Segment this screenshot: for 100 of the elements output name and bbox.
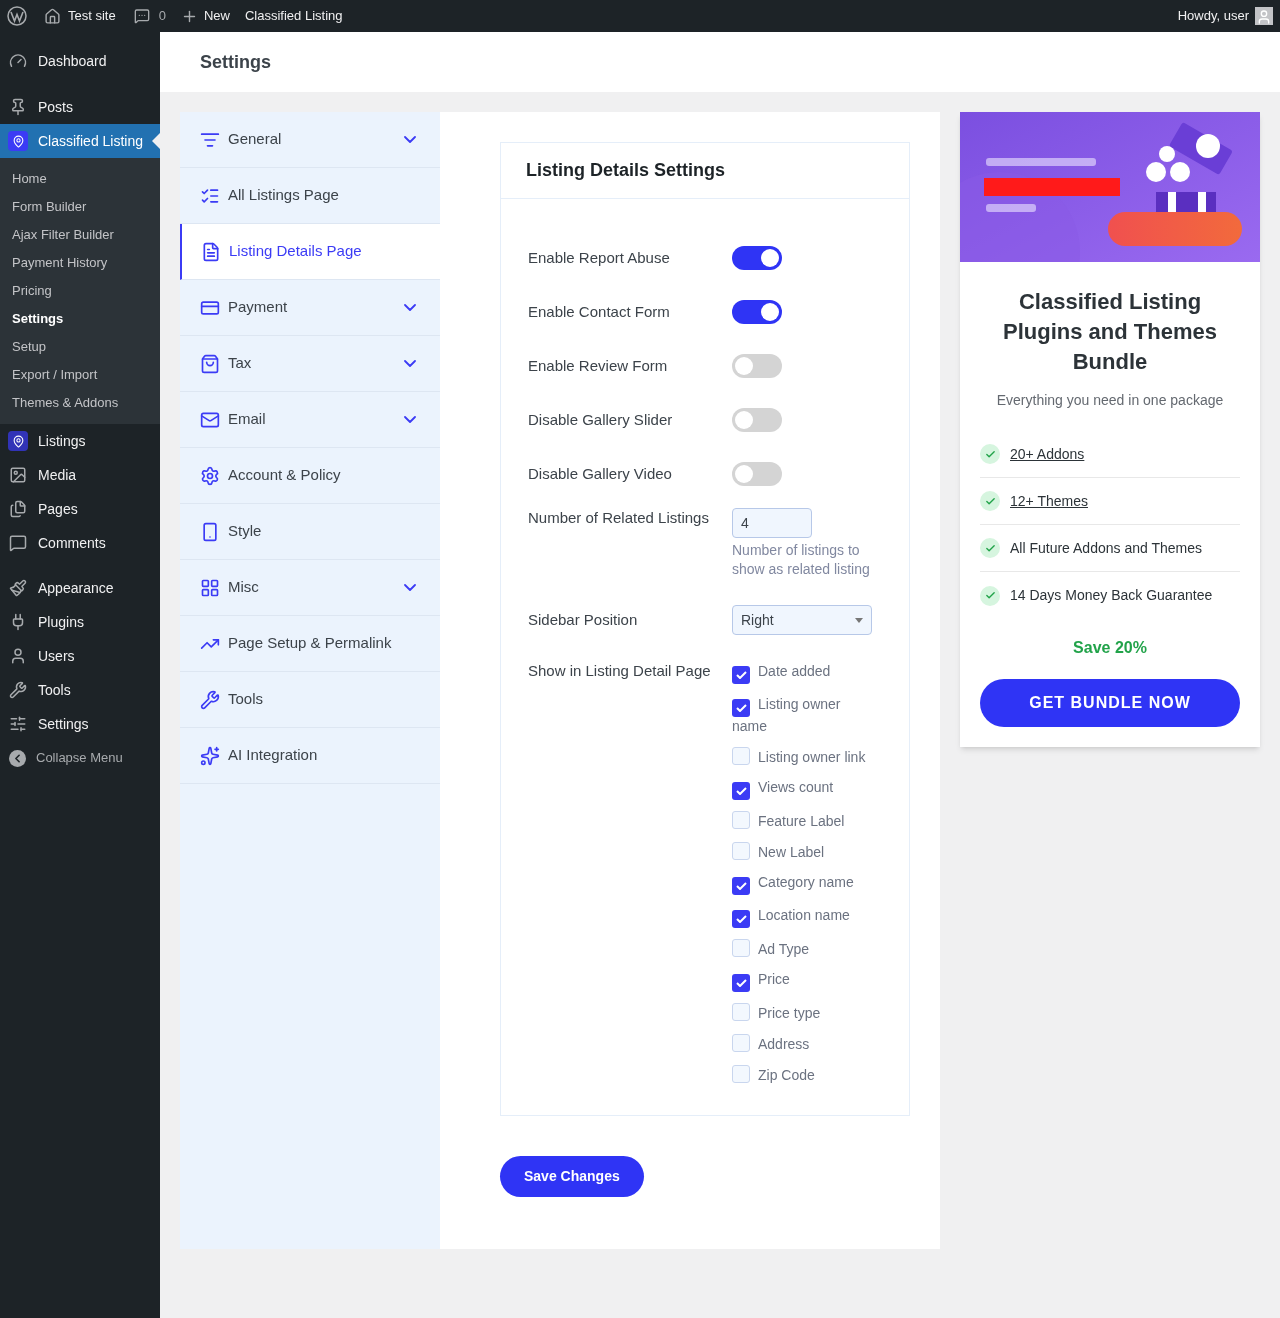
comment-icon [133,8,150,24]
paintbrush-icon [9,579,27,597]
checkbox[interactable] [732,747,750,765]
submenu-item[interactable]: Settings [0,305,160,333]
submenu-item[interactable]: Home [0,165,160,193]
menu-item[interactable]: Pages [0,492,160,526]
toggle-switch[interactable] [732,408,782,432]
grid-icon [200,577,220,598]
field-label: Enable Contact Form [528,302,671,322]
feature-link[interactable]: 12+ Themes [1010,490,1088,512]
checkbox[interactable] [732,811,750,829]
plugin-link[interactable]: Classified Listing [244,6,343,26]
chevron-down-icon [404,416,416,423]
get-bundle-button[interactable]: GET BUNDLE NOW [980,679,1240,727]
check-icon [980,538,1000,558]
menu-item[interactable]: Comments [0,526,160,560]
comment-count[interactable]: 0 [158,6,166,26]
checkbox-option[interactable]: Zip Code [732,1065,877,1085]
toggle-switch[interactable] [732,300,782,324]
menu-item[interactable]: Users [0,639,160,673]
menu-item[interactable]: Appearance [0,571,160,605]
image-icon [9,466,27,484]
checkbox-option[interactable]: New Label [732,842,877,862]
field-label: Disable Gallery Slider [528,410,674,430]
menu-item[interactable]: Dashboard [0,44,160,78]
greeting-link[interactable]: Howdy, user [1177,6,1249,26]
map-pin-icon [8,431,28,451]
chevron-down-icon [404,304,416,311]
check-icon [980,491,1000,511]
promo-subtitle: Everything you need in one package [995,391,1225,410]
submenu-item[interactable]: Export / Import [0,361,160,389]
dropdown-arrow-icon [855,617,863,623]
map-pin-icon [8,131,28,151]
help-text: Number of listings to show as related listing [732,541,871,579]
checkbox-option[interactable]: Listing owner name [732,695,877,736]
menu-item[interactable]: Plugins [0,605,160,639]
checkbox-option[interactable]: Ad Type [732,939,877,959]
page-title: Settings [200,50,271,74]
checkbox[interactable] [732,1034,750,1052]
save-text: Save 20% [1072,638,1148,658]
checkbox[interactable] [732,1003,750,1021]
checkbox[interactable] [732,910,750,928]
field-label: Enable Report Abuse [528,248,671,268]
submenu-item[interactable]: Form Builder [0,193,160,221]
wordpress-logo-icon[interactable] [7,6,27,26]
feature-link[interactable]: 20+ Addons [1010,443,1085,465]
submenu-item[interactable]: Payment History [0,249,160,277]
menu-item[interactable]: Posts [0,90,160,124]
settings-nav-item[interactable]: Listing Details Page [180,224,440,280]
bag-icon [200,353,220,374]
checkbox-option[interactable]: Price [732,970,877,992]
checkbox-option[interactable]: Listing owner link [732,747,877,767]
submenu-item[interactable]: Ajax Filter Builder [0,221,160,249]
sparkles-icon [200,745,220,766]
checkmark-icon [735,882,747,890]
checkbox-option[interactable]: Address [732,1034,877,1054]
submenu-item[interactable]: Themes & Addons [0,389,160,417]
checkbox[interactable] [732,666,750,684]
checkbox[interactable] [732,939,750,957]
submenu-item[interactable]: Setup [0,333,160,361]
checkbox[interactable] [732,974,750,992]
toggle-switch[interactable] [732,462,782,486]
site-link[interactable]: Test site [68,6,116,26]
check-icon [980,585,1000,606]
checkbox-option[interactable]: Date added [732,662,877,684]
checkbox-option[interactable]: Views count [732,778,877,800]
home-icon [44,7,61,25]
number-field[interactable]: 4 [732,508,812,538]
menu-item[interactable]: Media [0,458,160,492]
toggle-switch[interactable] [732,354,782,378]
new-link[interactable]: New [203,6,230,26]
toggle-switch[interactable] [732,246,782,270]
avatar-icon[interactable] [1255,7,1273,25]
checkbox[interactable] [732,782,750,800]
checkbox[interactable] [732,842,750,860]
checkmark-icon [735,915,747,923]
settings-icon [200,465,220,486]
checkmark-icon [735,979,747,987]
submenu-item[interactable]: Pricing [0,277,160,305]
menu-item[interactable]: Tools [0,673,160,707]
select-field[interactable]: Right [732,605,872,635]
collapse-icon [9,749,26,767]
collapse-menu-button[interactable]: Collapse Menu [0,741,160,775]
save-changes-button[interactable]: Save Changes [500,1156,644,1197]
checkbox[interactable] [732,1065,750,1083]
menu-item[interactable]: Settings [0,707,160,741]
checkbox[interactable] [732,877,750,895]
field-label: Number of Related Listings [528,508,710,528]
menu-item[interactable]: Listings [0,424,160,458]
check-icon [980,444,1000,464]
checkbox-option[interactable]: Price type [732,1003,877,1023]
checkbox-option[interactable]: Category name [732,873,877,895]
comment-icon [9,534,27,552]
checkbox-option[interactable]: Location name [732,906,877,928]
field-label: Enable Review Form [528,356,669,376]
menu-item[interactable]: Classified Listing [0,124,160,158]
checkmark-icon [735,671,747,679]
checkbox-option[interactable]: Feature Label [732,811,877,831]
checkbox[interactable] [732,699,750,717]
user-icon [9,647,27,665]
